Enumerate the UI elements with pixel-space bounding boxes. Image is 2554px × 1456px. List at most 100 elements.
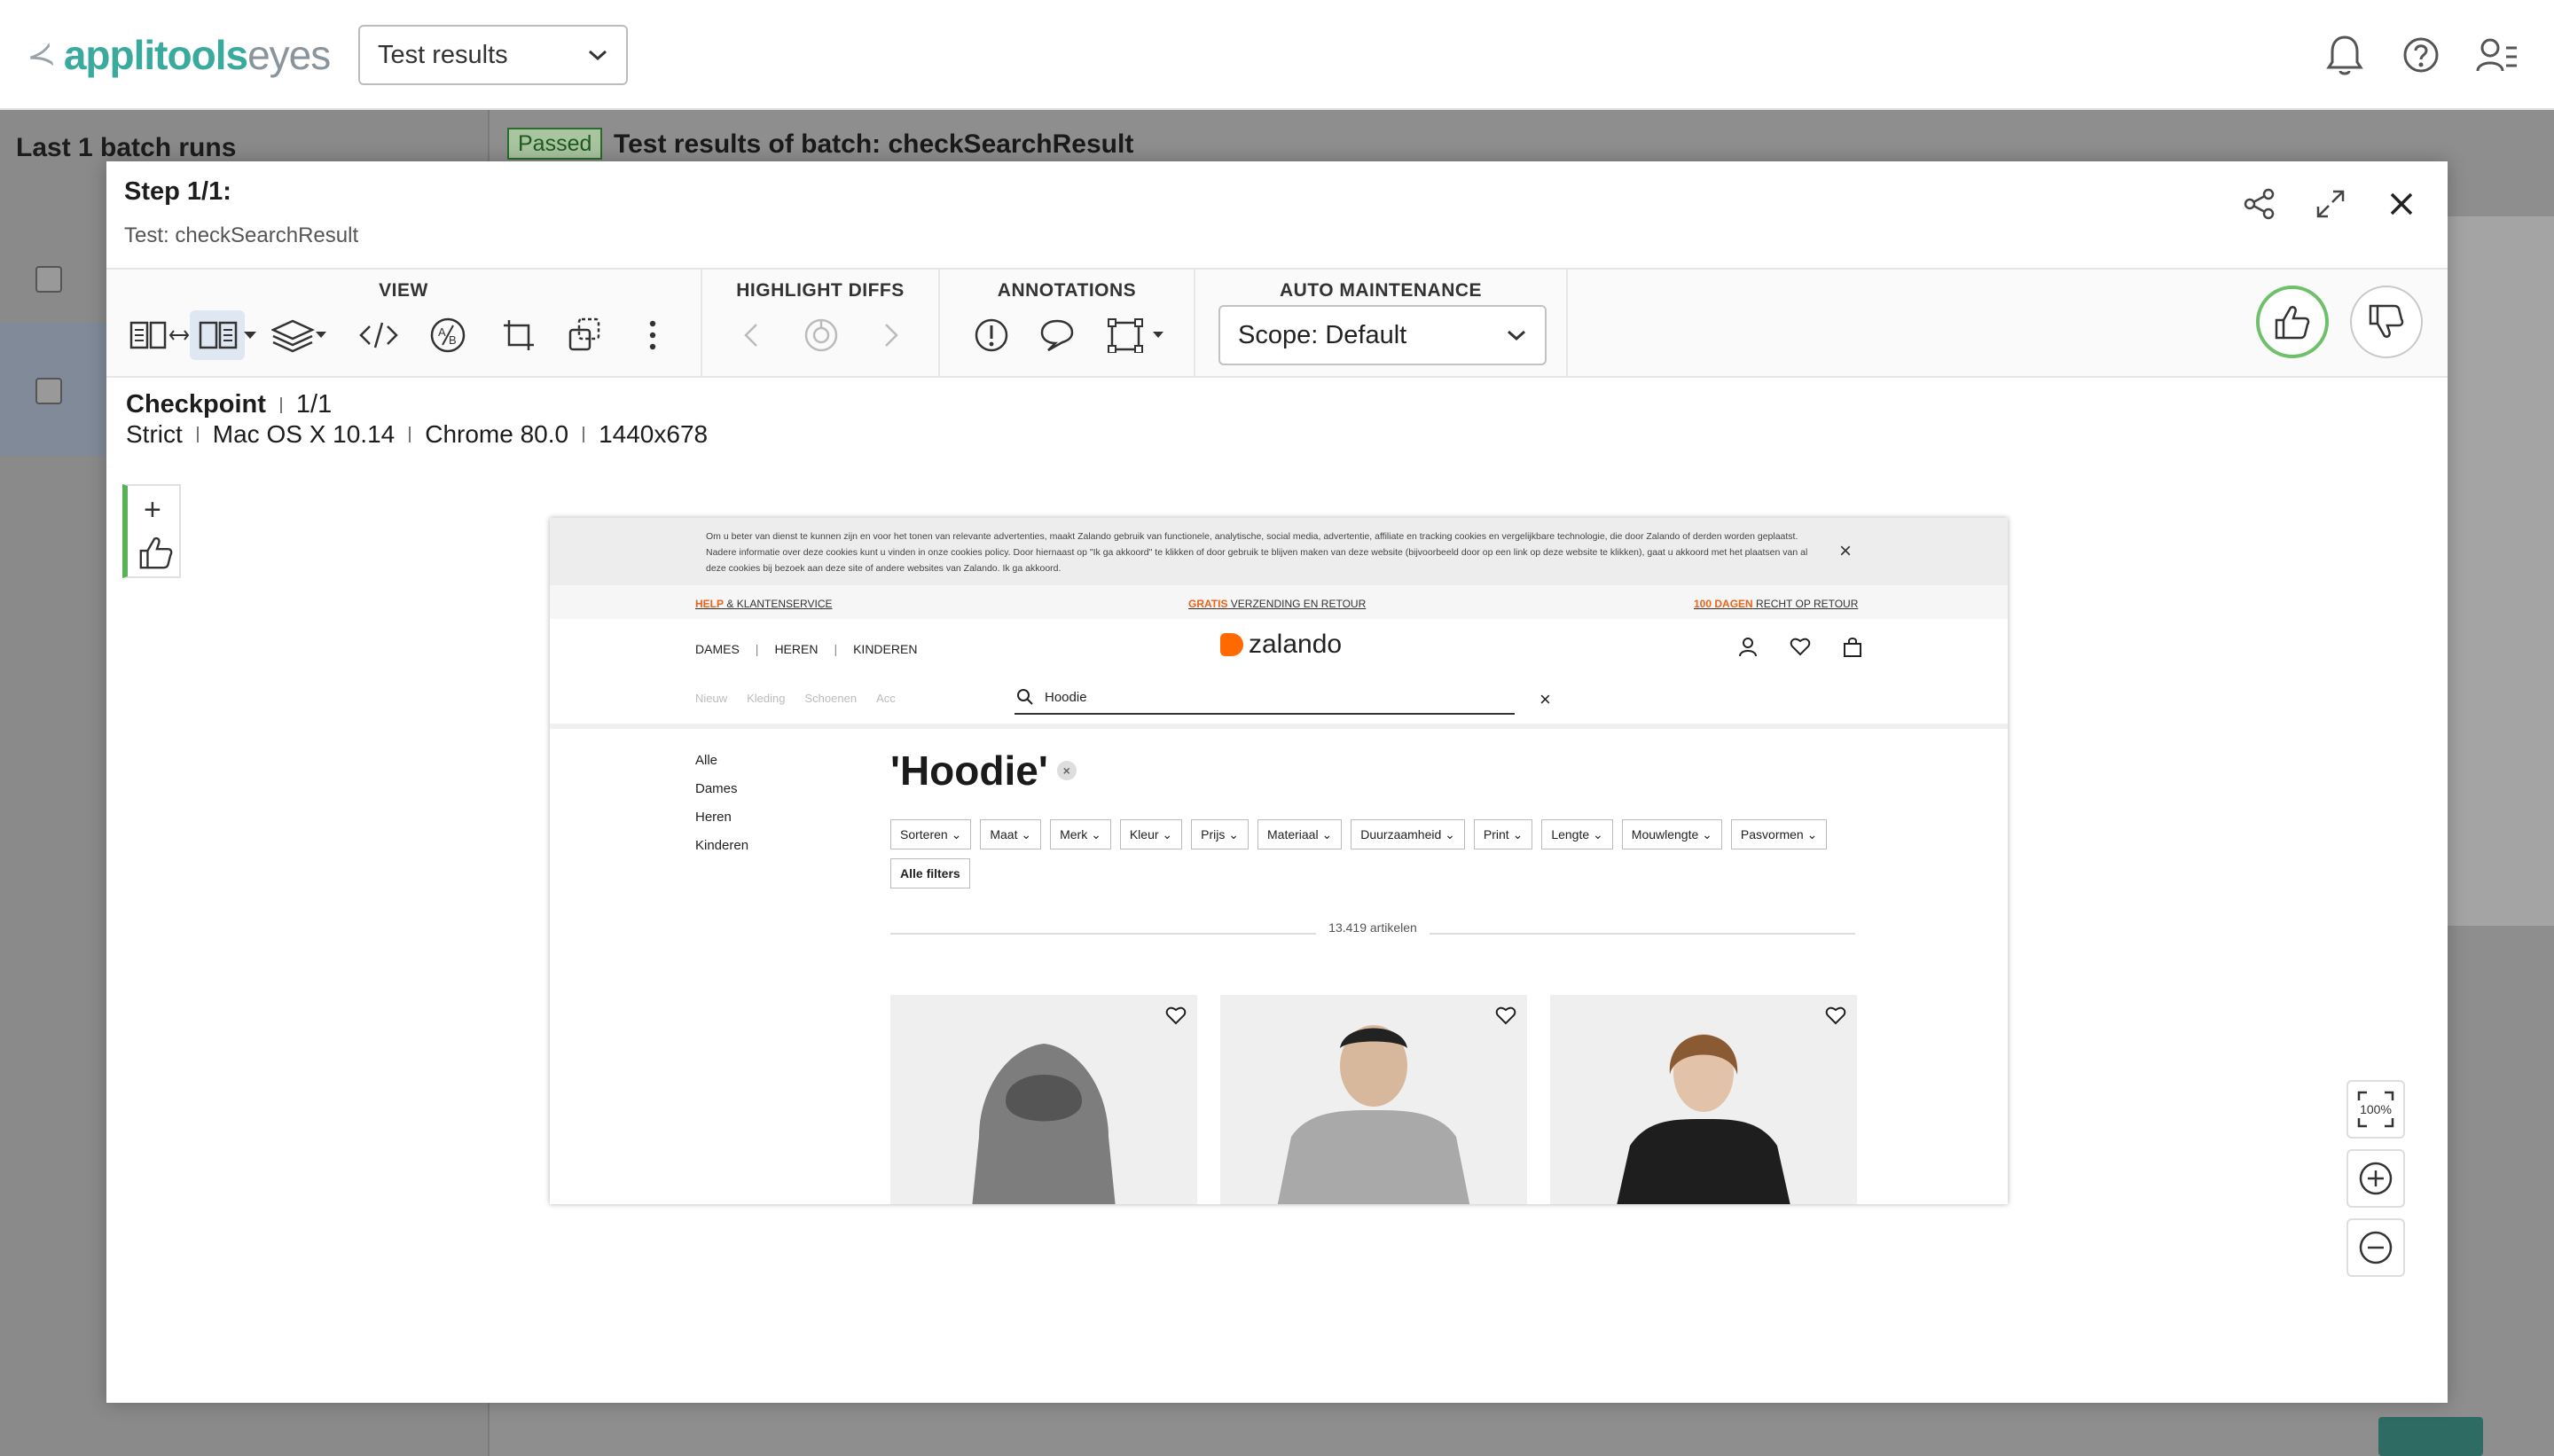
logo-secondary-text: eyes	[247, 32, 331, 78]
zalando-logo-icon	[1220, 633, 1243, 656]
zoom-out-button[interactable]	[2346, 1218, 2405, 1277]
view-select-dropdown[interactable]: Test results	[358, 25, 628, 85]
comment-icon[interactable]	[1038, 310, 1077, 360]
checkpoint-screenshot[interactable]: Om u beter van dienst te kunnen zijn en …	[550, 518, 2008, 1204]
product-card	[1550, 995, 1857, 1204]
filter-chip: Materiaal ⌄	[1257, 819, 1343, 849]
batch-row-checkbox[interactable]	[35, 378, 62, 404]
wishlist-icon	[1495, 1006, 1516, 1025]
thumb-up-icon[interactable]	[137, 534, 176, 575]
filter-chip: Kleur ⌄	[1119, 819, 1183, 849]
reject-button[interactable]	[2350, 286, 2423, 358]
expand-icon[interactable]	[2311, 184, 2350, 223]
filter-chip: Merk ⌄	[1050, 819, 1111, 849]
product-image	[1277, 1025, 1470, 1204]
scope-select-dropdown[interactable]: Scope: Default	[1218, 305, 1547, 365]
shop-search-value: Hoodie	[1045, 689, 1087, 705]
promo-help: HELP & KLANTENSERVICE	[695, 598, 833, 610]
product-card	[890, 995, 1197, 1204]
layers-icon[interactable]	[271, 310, 326, 360]
checkpoint-meta: Strict Mac OS X 10.14 Chrome 80.0 1440x6…	[126, 420, 708, 449]
view-mode-caret-icon[interactable]	[239, 310, 261, 360]
cookie-banner: Om u beter van dienst te kunnen zijn en …	[550, 518, 2008, 585]
close-icon[interactable]	[2382, 184, 2421, 223]
batch-title: Test results of batch: checkSearchResult	[614, 129, 1134, 159]
code-icon[interactable]	[358, 310, 399, 360]
step-details-modal: Step 1/1: Test: checkSearchResult VIEW A…	[106, 161, 2448, 1403]
nav-dames: DAMES	[695, 642, 740, 656]
nav-heren: HEREN	[774, 642, 819, 656]
zoom-in-button[interactable]	[2346, 1149, 2405, 1208]
wishlist-icon	[1790, 638, 1811, 656]
viewport-size: 1440x678	[599, 420, 709, 448]
top-bar: ≺ applitools eyes Test results	[0, 0, 2554, 110]
scope-select-value: Scope: Default	[1238, 320, 1407, 349]
svg-text:B: B	[449, 333, 457, 347]
ab-compare-icon[interactable]: AB	[427, 310, 468, 360]
copy-region-icon[interactable]	[564, 310, 605, 360]
product-image	[972, 1044, 1116, 1204]
more-options-icon[interactable]	[642, 310, 663, 360]
test-name: Test: checkSearchResult	[124, 223, 359, 247]
nav-kinderen: KINDEREN	[853, 642, 918, 656]
applitools-logo[interactable]: ≺ applitools eyes	[24, 27, 332, 83]
baseline-status-panel: +	[122, 484, 181, 578]
shop-nav: DAMES | HEREN | KINDEREN zalando	[550, 619, 2008, 672]
auto-maintenance-group: AUTO MAINTENANCE Scope: Default	[1195, 270, 1568, 376]
next-diff-icon[interactable]	[878, 310, 905, 360]
region-icon[interactable]	[1103, 310, 1174, 360]
plus-icon[interactable]: +	[144, 493, 161, 528]
side-cat-item: Alle	[695, 753, 718, 768]
category-nieuw: Nieuw	[695, 692, 728, 705]
status-badge: Passed	[507, 128, 603, 160]
side-by-side-right-icon[interactable]	[190, 310, 245, 360]
bag-icon	[1844, 638, 1861, 657]
product-grid	[890, 995, 1857, 1204]
accept-button[interactable]	[2256, 286, 2329, 358]
right-panel	[2448, 216, 2554, 926]
modal-header: Step 1/1: Test: checkSearchResult	[106, 161, 2448, 268]
view-group-label: VIEW	[379, 280, 428, 301]
user-menu-icon[interactable]	[2476, 30, 2519, 80]
checkpoint-index: 1/1	[295, 390, 333, 419]
account-icon	[1739, 638, 1757, 657]
side-by-side-left-icon[interactable]	[128, 310, 168, 360]
crop-icon[interactable]	[498, 310, 539, 360]
product-image	[1617, 1034, 1790, 1204]
zalando-logo: zalando	[1220, 630, 1342, 660]
highlight-diffs-icon[interactable]	[802, 310, 841, 360]
match-level: Strict	[126, 420, 183, 448]
zoom-fit-button[interactable]: 100%	[2346, 1080, 2405, 1139]
step-title: Step 1/1:	[124, 177, 231, 206]
checkpoint-name: Checkpoint	[126, 390, 266, 419]
filter-chip: Sorteren ⌄	[890, 819, 972, 849]
search-heading-text: 'Hoodie'	[890, 748, 1048, 794]
close-icon: ×	[1539, 688, 1551, 710]
thumb-up-icon	[2275, 306, 2310, 340]
zoom-fit-label: 100%	[2360, 1102, 2392, 1116]
product-card	[1220, 995, 1527, 1204]
wishlist-icon	[1165, 1006, 1187, 1025]
prev-diff-icon[interactable]	[738, 310, 764, 360]
all-filters-chip: Alle filters	[890, 858, 970, 888]
swap-arrows-icon[interactable]	[168, 310, 190, 360]
category-schoenen: Schoenen	[804, 692, 858, 705]
wishlist-icon	[1825, 1006, 1846, 1025]
remark-icon[interactable]	[972, 310, 1011, 360]
browser-name: Chrome 80.0	[425, 420, 569, 448]
highlight-diffs-label: HIGHLIGHT DIFFS	[736, 280, 905, 301]
share-icon[interactable]	[2240, 184, 2279, 223]
shop-search-box: Hoodie	[1015, 681, 1515, 715]
os-name: Mac OS X 10.14	[212, 420, 396, 448]
filter-chip: Pasvormen ⌄	[1730, 819, 1828, 849]
category-row: Nieuw Kleding Schoenen Acc Hoodie ×	[550, 672, 2008, 729]
help-icon[interactable]	[2400, 30, 2442, 80]
bell-icon[interactable]	[2323, 30, 2366, 80]
chat-button[interactable]	[2378, 1417, 2483, 1456]
category-acc: Acc	[876, 692, 896, 705]
filter-chip: Print ⌄	[1473, 819, 1533, 849]
logo-primary-text: applitools	[63, 32, 248, 78]
promo-bar: HELP & KLANTENSERVICE GRATIS VERZENDING …	[550, 585, 2008, 619]
chevron-down-icon	[589, 50, 607, 61]
select-all-checkbox[interactable]	[35, 266, 62, 293]
